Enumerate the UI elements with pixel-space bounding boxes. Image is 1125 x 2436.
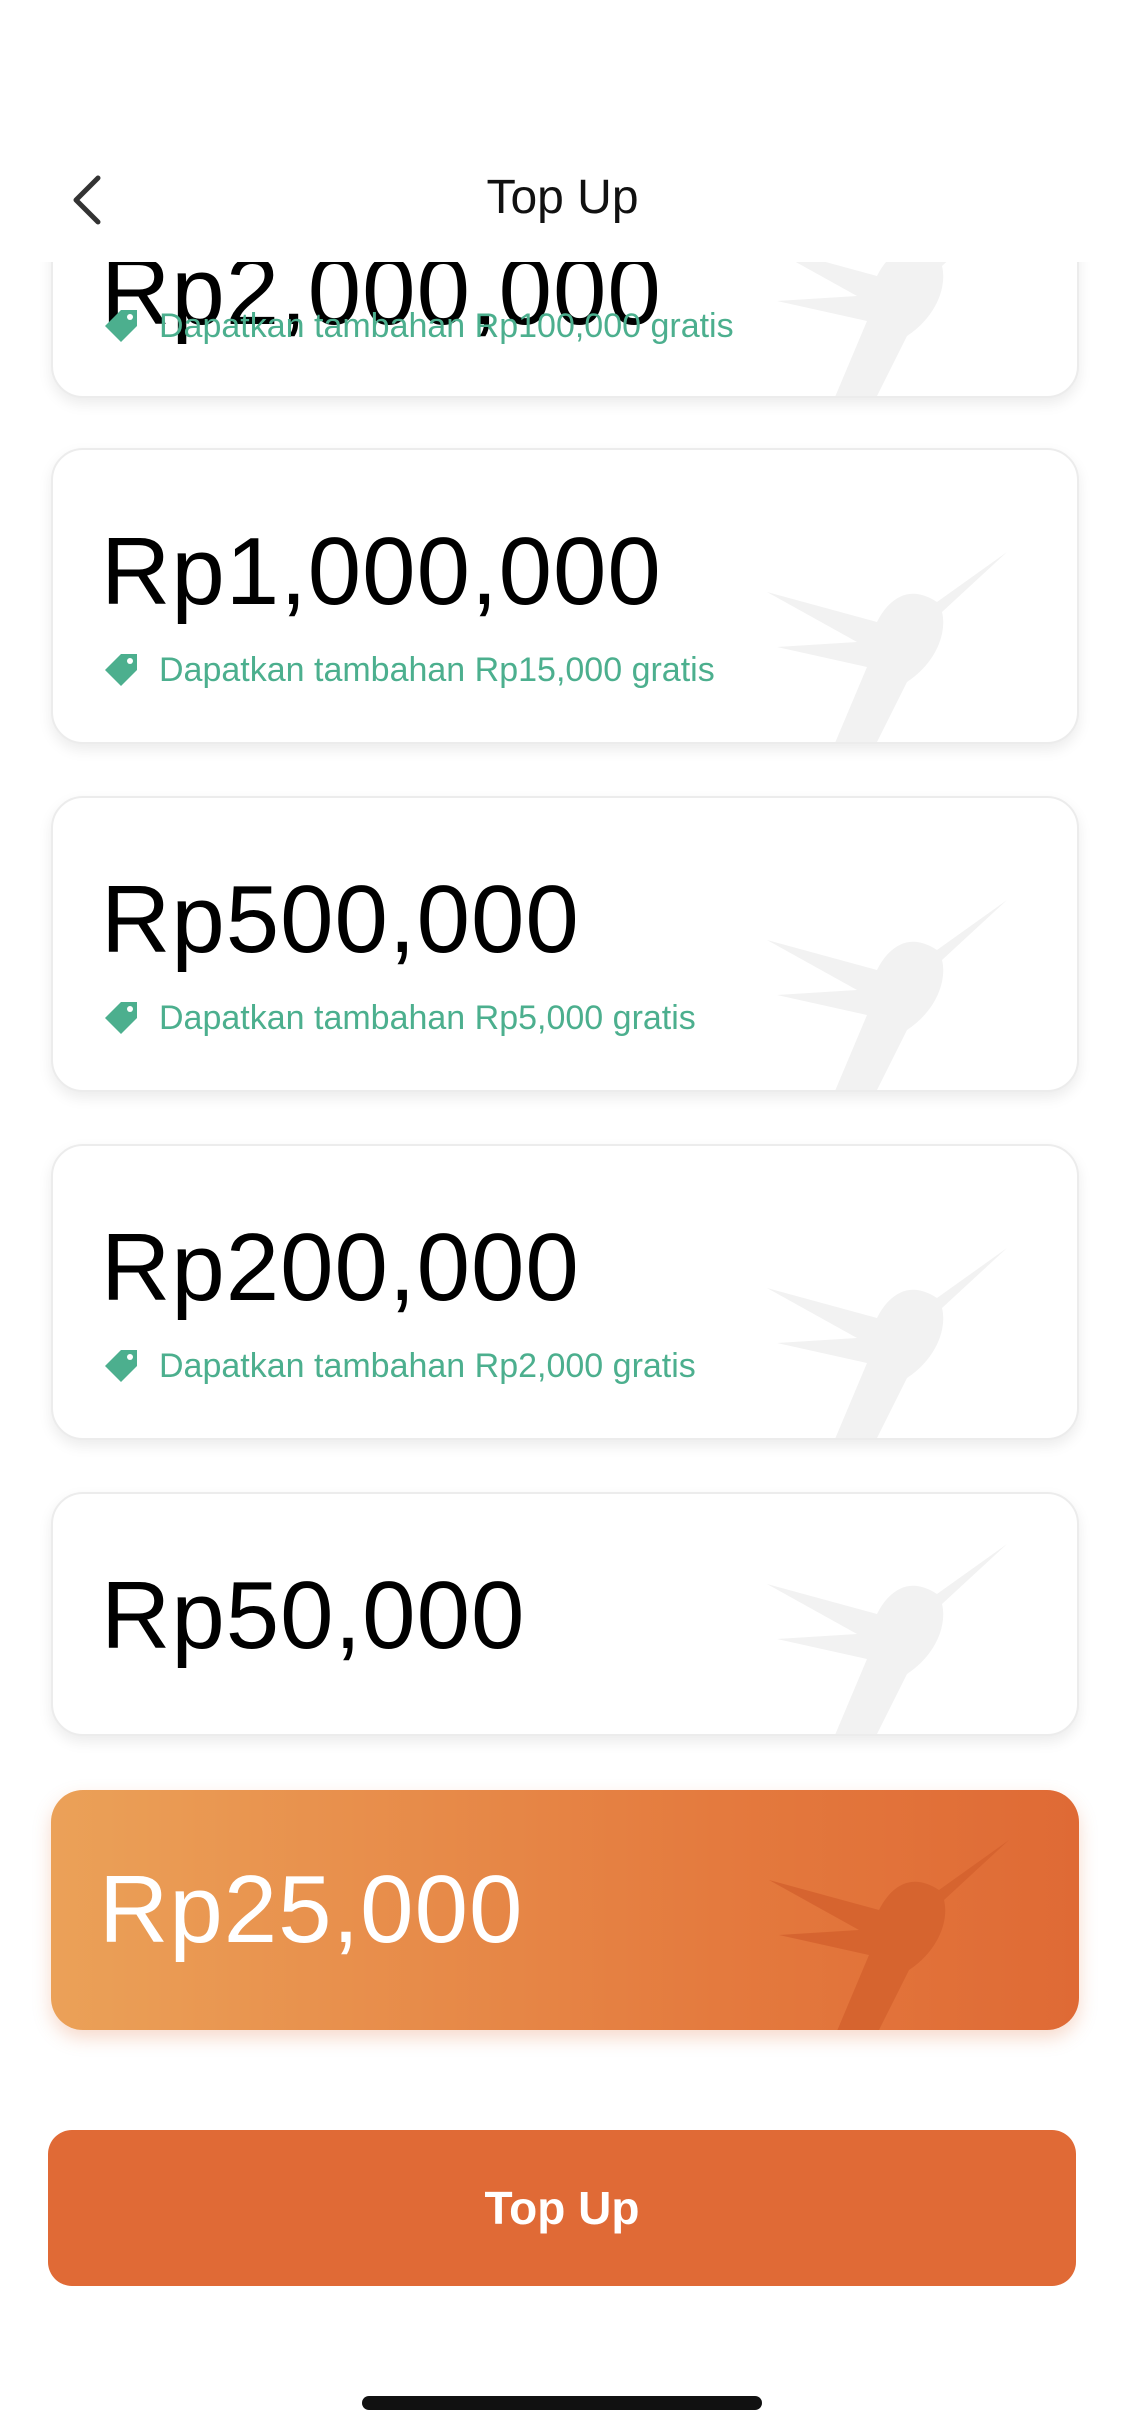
topup-option-card[interactable]: Rp500,000 Dapatkan tambahan Rp5,000 grat… <box>51 796 1079 1092</box>
bonus-info: Dapatkan tambahan Rp15,000 gratis <box>101 646 715 694</box>
topup-option-card[interactable]: Rp1,000,000 Dapatkan tambahan Rp15,000 g… <box>51 448 1079 744</box>
topup-amount: Rp1,000,000 <box>101 518 662 625</box>
page-title: Top Up <box>486 171 639 224</box>
tag-icon <box>105 654 137 686</box>
topup-option-card-selected[interactable]: Rp25,000 <box>51 1790 1079 2030</box>
topup-amount: Rp50,000 <box>101 1562 526 1669</box>
bonus-text: Dapatkan tambahan Rp100,000 gratis <box>159 306 734 345</box>
bonus-info: Dapatkan tambahan Rp2,000 gratis <box>101 1342 696 1390</box>
topup-amount: Rp25,000 <box>99 1856 524 1963</box>
bonus-text: Dapatkan tambahan Rp5,000 gratis <box>159 998 696 1037</box>
top-bar: Top Up <box>0 0 1125 262</box>
bird-watermark-icon <box>767 1544 1007 1734</box>
bonus-info: Dapatkan tambahan Rp5,000 gratis <box>101 994 696 1042</box>
topup-amount: Rp200,000 <box>101 1214 580 1321</box>
bird-watermark-icon <box>769 1840 1009 2030</box>
bonus-text: Dapatkan tambahan Rp15,000 gratis <box>159 650 715 689</box>
topup-option-card[interactable]: Rp200,000 Dapatkan tambahan Rp2,000 grat… <box>51 1144 1079 1440</box>
bonus-info: Dapatkan tambahan Rp100,000 gratis <box>101 302 734 350</box>
topup-option-card[interactable]: Rp50,000 <box>51 1492 1079 1736</box>
bird-watermark-icon <box>767 900 1007 1090</box>
tag-icon <box>105 1350 137 1382</box>
bonus-text: Dapatkan tambahan Rp2,000 gratis <box>159 1346 696 1385</box>
tag-icon <box>105 310 137 342</box>
bird-watermark-icon <box>767 1248 1007 1438</box>
topup-amount: Rp500,000 <box>101 866 580 973</box>
topup-options-list: Rp2,000,000 Dapatkan tambahan Rp100,000 … <box>0 0 1125 2436</box>
tag-icon <box>105 1002 137 1034</box>
bird-watermark-icon <box>767 552 1007 742</box>
